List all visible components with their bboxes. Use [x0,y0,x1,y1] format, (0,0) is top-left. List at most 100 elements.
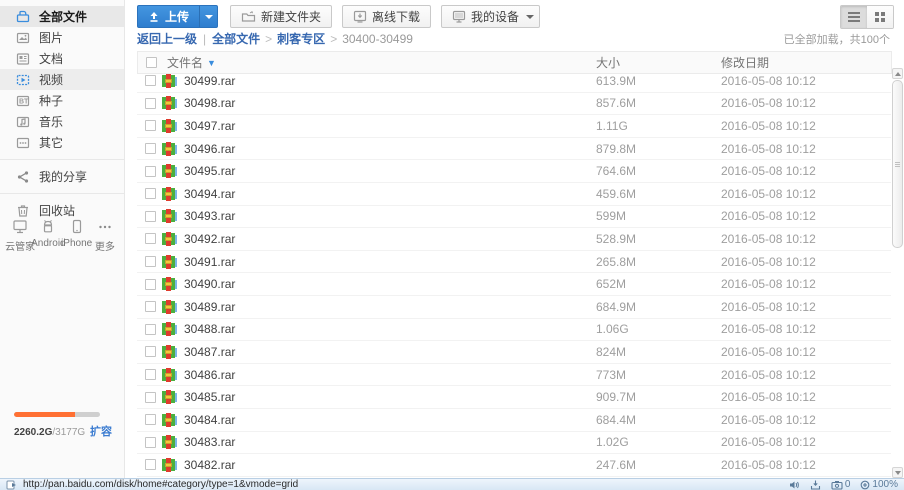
table-row[interactable]: 30495.rar 764.6M 2016-05-08 10:12 [137,160,891,183]
sidebar-item-documents[interactable]: 文档 [0,48,124,69]
file-name-link[interactable]: 30488.rar [184,322,596,336]
table-row[interactable]: 30494.rar 459.6M 2016-05-08 10:12 [137,183,891,206]
table-row[interactable]: 30496.rar 879.8M 2016-05-08 10:12 [137,138,891,161]
row-checkbox[interactable] [145,143,156,154]
grid-view-button[interactable] [867,6,893,28]
breadcrumb-item-root[interactable]: 全部文件 [212,30,260,47]
table-row[interactable]: 30488.rar 1.06G 2016-05-08 10:12 [137,319,891,342]
table-row[interactable]: 30490.rar 652M 2016-05-08 10:12 [137,273,891,296]
scrollbar-thumb[interactable] [892,80,903,248]
table-row[interactable]: 30484.rar 684.4M 2016-05-08 10:12 [137,409,891,432]
sidebar-item-bt[interactable]: BT 种子 [0,90,124,111]
device-iphone[interactable]: iPhone [63,218,91,253]
screenshot-icon[interactable]: 0 [831,479,851,490]
offline-download-button[interactable]: 离线下载 [342,5,431,28]
rar-file-icon [161,457,177,473]
file-name-link[interactable]: 30484.rar [184,413,596,427]
file-name-link[interactable]: 30485.rar [184,390,596,404]
row-checkbox[interactable] [145,437,156,448]
sidebar-item-all-files[interactable]: 全部文件 [0,6,124,27]
table-row[interactable]: 30483.rar 1.02G 2016-05-08 10:12 [137,432,891,455]
table-row[interactable]: 30489.rar 684.9M 2016-05-08 10:12 [137,296,891,319]
device-more[interactable]: 更多 [91,218,119,253]
scroll-up-button[interactable] [892,68,903,79]
row-checkbox[interactable] [145,369,156,380]
row-checkbox[interactable] [145,414,156,425]
device-cloud-manager[interactable]: 云管家 [6,218,34,253]
file-name-link[interactable]: 30483.rar [184,435,596,449]
sort-descending-icon[interactable]: ▼ [207,58,216,68]
expand-storage-link[interactable]: 扩容 [90,423,112,439]
file-size: 1.11G [596,119,721,133]
file-name-link[interactable]: 30495.rar [184,164,596,178]
row-checkbox[interactable] [145,120,156,131]
row-checkbox[interactable] [145,211,156,222]
sidebar-item-other[interactable]: 其它 [0,132,124,153]
rar-file-icon [161,186,177,202]
breadcrumb-back-link[interactable]: 返回上一级 [137,30,197,47]
row-checkbox[interactable] [145,392,156,403]
file-name-link[interactable]: 30496.rar [184,142,596,156]
new-folder-button[interactable]: 新建文件夹 [230,5,332,28]
sidebar-item-images[interactable]: 图片 [0,27,124,48]
new-folder-button-label: 新建文件夹 [261,8,321,25]
row-checkbox[interactable] [145,301,156,312]
file-name-link[interactable]: 30482.rar [184,458,596,472]
device-android[interactable]: Android [34,218,62,253]
file-name-link[interactable]: 30491.rar [184,255,596,269]
column-header-size[interactable]: 大小 [596,54,721,71]
my-devices-button[interactable]: 我的设备 [441,5,530,28]
bt-icon: BT [15,93,31,109]
sidebar-item-videos[interactable]: 视频 [0,69,124,90]
table-row[interactable]: 30497.rar 1.11G 2016-05-08 10:12 [137,115,891,138]
row-checkbox[interactable] [145,279,156,290]
column-header-name[interactable]: 文件名 ▼ [167,54,596,71]
file-name-link[interactable]: 30494.rar [184,187,596,201]
table-row[interactable]: 30499.rar 613.9M 2016-05-08 10:12 [137,70,891,93]
sidebar-item-label: 全部文件 [39,8,87,25]
file-name-link[interactable]: 30492.rar [184,232,596,246]
file-name-link[interactable]: 30486.rar [184,368,596,382]
file-name-link[interactable]: 30489.rar [184,300,596,314]
row-checkbox[interactable] [145,346,156,357]
scroll-down-button[interactable] [892,467,903,478]
row-checkbox[interactable] [145,166,156,177]
table-row[interactable]: 30498.rar 857.6M 2016-05-08 10:12 [137,93,891,116]
table-row[interactable]: 30487.rar 824M 2016-05-08 10:12 [137,341,891,364]
row-checkbox[interactable] [145,98,156,109]
column-header-date[interactable]: 修改日期 [721,54,891,71]
table-row[interactable]: 30492.rar 528.9M 2016-05-08 10:12 [137,228,891,251]
table-row[interactable]: 30482.rar 247.6M 2016-05-08 10:12 [137,454,891,477]
file-modified-date: 2016-05-08 10:12 [721,390,891,404]
sidebar-item-label: 种子 [39,92,63,109]
file-name-link[interactable]: 30498.rar [184,96,596,110]
sidebar-item-music[interactable]: 音乐 [0,111,124,132]
sidebar-item-my-shares[interactable]: 我的分享 [0,166,124,187]
list-scrollbar[interactable] [892,68,903,478]
speaker-icon[interactable] [789,480,800,490]
file-name-link[interactable]: 30499.rar [184,74,596,88]
row-checkbox[interactable] [145,324,156,335]
file-name-link[interactable]: 30487.rar [184,345,596,359]
row-checkbox[interactable] [145,75,156,86]
my-devices-dropdown-caret[interactable] [520,5,540,28]
row-checkbox[interactable] [145,256,156,267]
list-view-button[interactable] [841,6,867,28]
select-all-checkbox[interactable] [146,57,157,68]
zoom-control[interactable]: 100% [860,479,898,490]
table-row[interactable]: 30486.rar 773M 2016-05-08 10:12 [137,364,891,387]
table-row[interactable]: 30491.rar 265.8M 2016-05-08 10:12 [137,251,891,274]
row-checkbox[interactable] [145,233,156,244]
upload-button[interactable]: 上传 [137,5,218,28]
download-manager-icon[interactable] [810,480,821,490]
table-row[interactable]: 30485.rar 909.7M 2016-05-08 10:12 [137,386,891,409]
upload-dropdown-caret[interactable] [199,6,217,27]
breadcrumb-item-folder[interactable]: 刺客专区 [277,30,325,47]
file-name-link[interactable]: 30490.rar [184,277,596,291]
row-checkbox[interactable] [145,188,156,199]
file-name-link[interactable]: 30497.rar [184,119,596,133]
file-name-link[interactable]: 30493.rar [184,209,596,223]
row-checkbox[interactable] [145,459,156,470]
sidebar-item-label: 其它 [39,134,63,151]
table-row[interactable]: 30493.rar 599M 2016-05-08 10:12 [137,206,891,229]
